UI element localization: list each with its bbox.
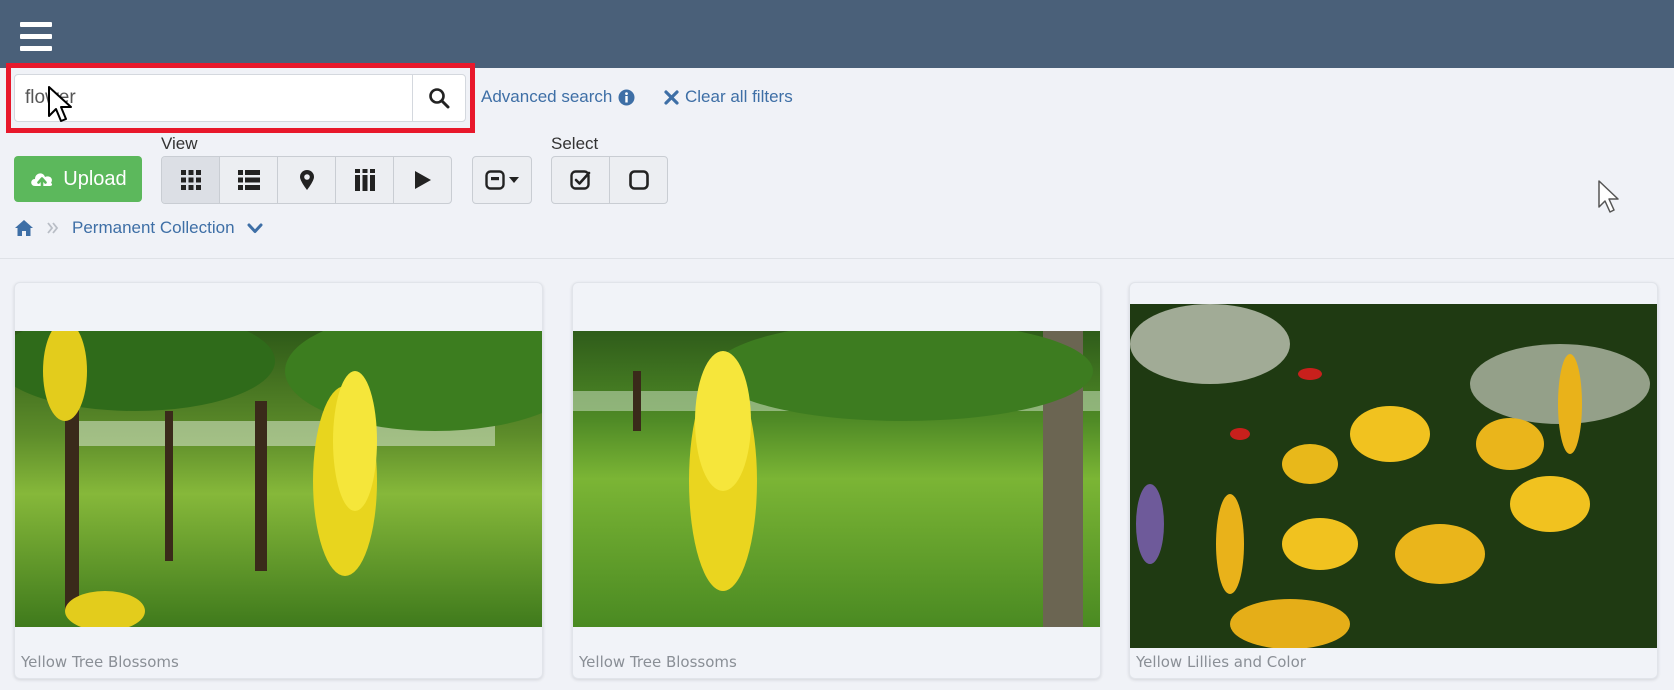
checkbox-checked-icon [569,170,590,190]
slideshow-play-icon [414,171,431,189]
columns-view-button[interactable] [336,157,394,203]
thumbnail-image [573,331,1100,627]
top-bar [0,0,1674,68]
clear-filters-link[interactable]: Clear all filters [664,87,793,107]
search-icon [429,88,450,109]
cloud-upload-icon [31,173,53,190]
result-title: Yellow Lillies and Color [1136,653,1306,671]
select-label: Select [551,134,599,153]
upload-label: Upload [63,167,127,190]
view-label: View [161,134,198,153]
advanced-search-link[interactable]: Advanced search [481,87,635,107]
display-template-icon [485,170,505,190]
map-pin-icon [299,170,314,190]
result-card[interactable]: Yellow Lillies and Color [1129,282,1658,679]
slideshow-view-button[interactable] [394,157,451,203]
columns-view-icon [354,169,375,191]
result-card[interactable]: Yellow Tree Blossoms [14,282,543,679]
search-input[interactable] [15,75,413,121]
double-chevron-right-icon [47,222,59,234]
caret-down-icon [509,177,519,183]
chevron-down-icon[interactable] [247,223,263,234]
mouse-cursor-icon [1598,180,1619,213]
info-icon [618,89,635,105]
advanced-search-label: Advanced search [481,87,613,106]
breadcrumb-collection[interactable]: Permanent Collection [72,218,235,238]
list-view-icon [237,170,260,190]
breadcrumb: Permanent Collection [14,218,263,238]
display-options-dropdown[interactable] [472,156,532,204]
grid-view-button[interactable] [162,157,220,203]
thumbnail-image [1130,304,1657,648]
search-button[interactable] [412,75,465,121]
select-all-button[interactable] [552,157,610,203]
result-title: Yellow Tree Blossoms [21,653,179,671]
result-card[interactable]: Yellow Tree Blossoms [572,282,1101,679]
search-box [14,74,466,122]
home-icon[interactable] [14,219,34,237]
clear-filters-label: Clear all filters [685,87,793,106]
hamburger-icon[interactable] [20,22,52,52]
checkbox-empty-icon [628,170,649,190]
display-options-button[interactable] [473,157,531,203]
upload-button[interactable]: Upload [14,156,142,202]
list-view-button[interactable] [220,157,278,203]
map-view-button[interactable] [278,157,336,203]
thumbnail-image [15,331,542,627]
divider [0,258,1674,259]
select-group [551,156,668,204]
grid-view-icon [180,170,201,190]
view-mode-group [161,156,452,204]
select-none-button[interactable] [610,157,667,203]
result-title: Yellow Tree Blossoms [579,653,737,671]
close-icon [664,89,679,105]
